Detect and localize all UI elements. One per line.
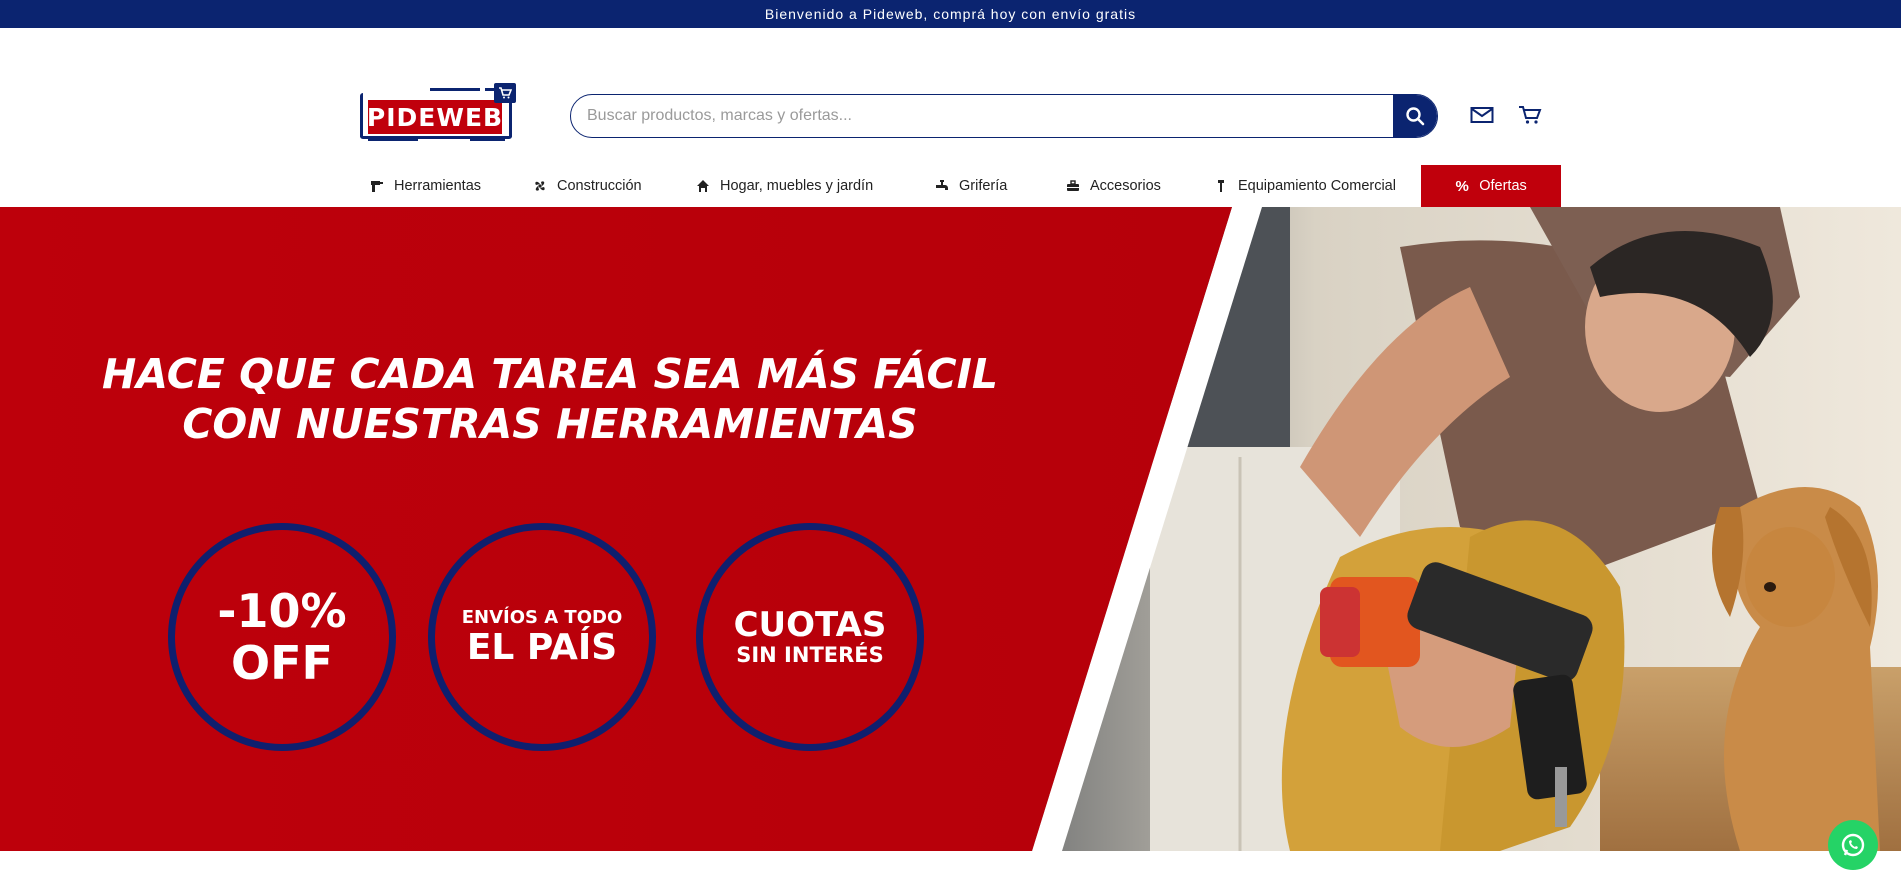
nav-item-griferia[interactable]: Grifería xyxy=(935,165,1007,207)
whatsapp-button[interactable] xyxy=(1828,820,1878,870)
pideweb-logo[interactable]: PIDEWEB xyxy=(360,83,520,143)
faucet-icon xyxy=(935,179,949,193)
logo-wordmark: PIDEWEB xyxy=(367,100,502,134)
nav-item-herramientas[interactable]: Herramientas xyxy=(370,165,481,207)
badge-discount: -10% OFF xyxy=(168,523,396,751)
category-nav: Herramientas Construcción Hogar, muebles… xyxy=(0,165,1901,207)
drill-icon xyxy=(370,179,384,193)
badge-installments: CUOTAS SIN INTERÉS xyxy=(696,523,924,751)
search-bar xyxy=(570,94,1438,138)
home-icon xyxy=(696,179,710,193)
whatsapp-icon xyxy=(1841,833,1865,857)
mail-icon[interactable] xyxy=(1469,104,1495,126)
percent-icon: % xyxy=(1455,177,1469,195)
toolbox-icon xyxy=(1066,179,1080,193)
announcement-text: Bienvenido a Pideweb, comprá hoy con env… xyxy=(764,6,1137,22)
logo-cart-icon xyxy=(494,83,516,103)
nav-item-hogar[interactable]: Hogar, muebles y jardín xyxy=(696,165,873,207)
announcement-bar: Bienvenido a Pideweb, comprá hoy con env… xyxy=(0,0,1901,28)
search-input[interactable] xyxy=(571,95,1393,137)
search-button[interactable] xyxy=(1393,95,1437,137)
nav-item-ofertas[interactable]: % Ofertas xyxy=(1421,165,1561,207)
fan-icon xyxy=(533,179,547,193)
search-icon xyxy=(1406,107,1425,126)
cart-icon[interactable] xyxy=(1517,104,1543,126)
badge-shipping: ENVÍOS A TODO EL PAÍS xyxy=(428,523,656,751)
hero-headline: HACE QUE CADA TAREA SEA MÁS FÁCIL CON NU… xyxy=(101,350,999,448)
nav-item-equipamiento[interactable]: Equipamiento Comercial xyxy=(1214,165,1396,207)
hero-banner[interactable]: HACE QUE CADA TAREA SEA MÁS FÁCIL CON NU… xyxy=(0,207,1901,851)
nav-item-accesorios[interactable]: Accesorios xyxy=(1066,165,1161,207)
nav-item-construccion[interactable]: Construcción xyxy=(533,165,642,207)
tool-icon xyxy=(1214,179,1228,193)
